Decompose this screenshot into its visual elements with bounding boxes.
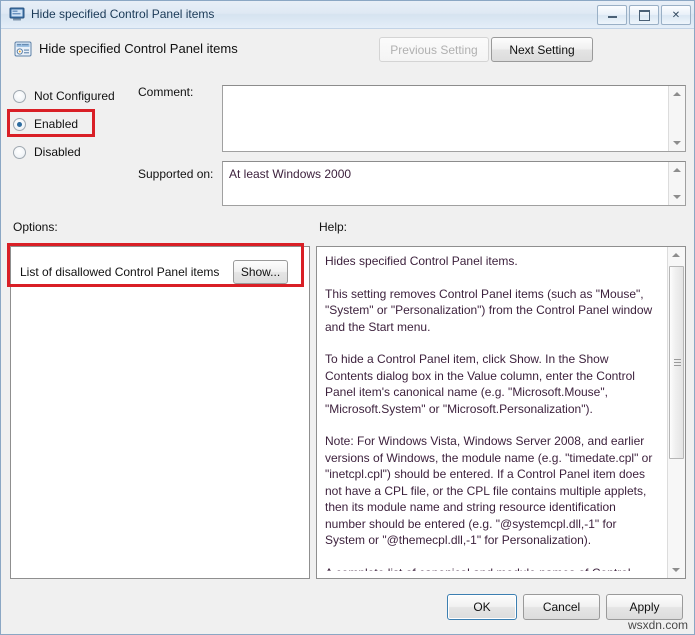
minimize-icon (598, 6, 626, 24)
maximize-button[interactable] (629, 5, 659, 25)
comment-textarea[interactable] (222, 85, 686, 152)
help-scrollbar[interactable] (667, 247, 685, 578)
help-panel: Hides specified Control Panel items. Thi… (316, 246, 686, 579)
supported-on-scrollbar[interactable] (668, 162, 685, 205)
window-controls: ✕ (597, 5, 691, 25)
window-title: Hide specified Control Panel items (31, 7, 215, 21)
scroll-up-icon[interactable] (668, 247, 684, 263)
help-label: Help: (319, 220, 348, 234)
help-text: Hides specified Control Panel items. Thi… (325, 254, 653, 571)
next-setting-button[interactable]: Next Setting (491, 37, 593, 62)
scroll-up-icon[interactable] (669, 162, 685, 178)
option-row-disallowed-items: List of disallowed Control Panel items S… (11, 257, 309, 287)
radio-not-configured-label: Not Configured (34, 89, 115, 103)
scroll-down-icon[interactable] (669, 135, 685, 151)
show-button[interactable]: Show... (233, 260, 288, 284)
option-row-label: List of disallowed Control Panel items (20, 265, 220, 279)
radio-enabled-label: Enabled (34, 117, 79, 131)
maximize-icon (630, 6, 658, 24)
group-policy-setting-window: Hide specified Control Panel items ✕ Hid… (0, 0, 695, 635)
grip-icon (674, 358, 681, 367)
supported-on-textarea[interactable]: At least Windows 2000 (222, 161, 686, 206)
radio-disabled-label: Disabled (34, 145, 81, 159)
radio-disabled-icon (13, 145, 26, 159)
options-label: Options: (13, 220, 58, 234)
apply-button[interactable]: Apply (606, 594, 683, 620)
watermark: wsxdn.com (627, 618, 688, 632)
title-bar: Hide specified Control Panel items ✕ (1, 1, 694, 29)
supported-on-value: At least Windows 2000 (229, 167, 352, 181)
radio-not-configured-icon (13, 89, 26, 103)
previous-setting-button[interactable]: Previous Setting (379, 37, 489, 62)
policy-setting-icon (13, 39, 33, 59)
comment-scrollbar[interactable] (668, 86, 685, 151)
radio-not-configured[interactable]: Not Configured (13, 87, 115, 105)
comment-label: Comment: (138, 85, 194, 99)
setting-header: Hide specified Control Panel items Previ… (1, 29, 694, 77)
close-button[interactable]: ✕ (661, 5, 691, 25)
radio-disabled[interactable]: Disabled (13, 143, 81, 161)
supported-on-label: Supported on: (138, 167, 214, 181)
scroll-up-icon[interactable] (669, 86, 685, 102)
ok-button[interactable]: OK (447, 594, 517, 620)
close-icon: ✕ (671, 9, 681, 21)
cancel-button[interactable]: Cancel (523, 594, 600, 620)
radio-enabled[interactable]: Enabled (13, 115, 78, 133)
radio-enabled-icon (13, 117, 26, 131)
scroll-down-icon[interactable] (668, 562, 684, 578)
control-panel-icon (9, 7, 25, 22)
options-panel: List of disallowed Control Panel items S… (10, 246, 310, 579)
scroll-down-icon[interactable] (669, 189, 685, 205)
scrollbar-thumb[interactable] (669, 266, 684, 459)
page-title: Hide specified Control Panel items (39, 41, 238, 56)
minimize-button[interactable] (597, 5, 627, 25)
